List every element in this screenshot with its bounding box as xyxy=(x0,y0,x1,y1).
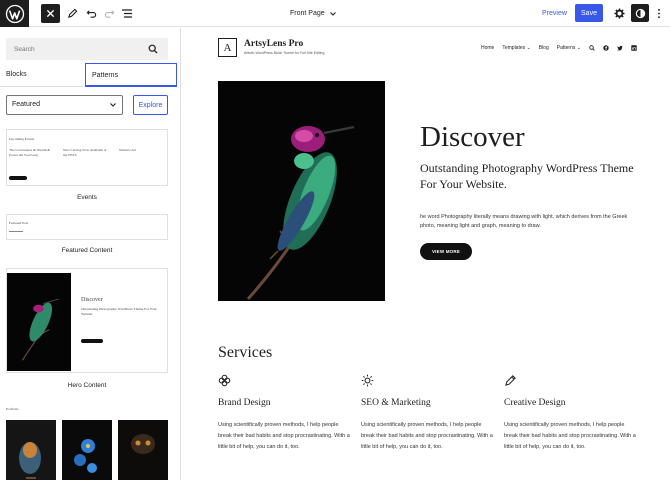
pattern-preview-heading: Featured Post xyxy=(9,221,29,225)
save-button[interactable]: Save xyxy=(575,4,603,22)
bird-image xyxy=(19,442,41,479)
pattern-preview-subtitle: Outstanding Photography WordPress Theme … xyxy=(81,307,157,316)
document-title-button[interactable]: Front Page xyxy=(290,0,337,27)
pattern-preview-item: The Governance & Wealth & Power All You … xyxy=(9,148,51,157)
half-circle-contrast-icon xyxy=(635,8,645,18)
wordpress-logo-button[interactable] xyxy=(0,0,29,27)
flower-icon[interactable] xyxy=(218,374,231,387)
search-icon xyxy=(148,44,158,54)
site-title[interactable]: ArtsyLens Pro xyxy=(244,39,303,49)
pattern-preview-hero-content[interactable]: Discover Outstanding Photography WordPre… xyxy=(6,268,168,373)
portfolio-thumb-dark xyxy=(118,420,168,480)
styles-button[interactable] xyxy=(631,4,649,22)
chevron-down-icon xyxy=(329,11,336,16)
view-more-button[interactable]: VIEW MORE xyxy=(420,243,472,260)
undo-icon xyxy=(86,10,96,18)
nav-item-home[interactable]: Home xyxy=(481,45,494,51)
site-logo[interactable]: A xyxy=(218,38,237,57)
explore-button[interactable]: Explore xyxy=(133,95,168,115)
redo-icon xyxy=(104,10,114,18)
blue-flower-image xyxy=(74,439,97,473)
search-input[interactable] xyxy=(6,38,146,60)
options-button[interactable] xyxy=(654,4,664,23)
facebook-icon[interactable] xyxy=(603,45,609,51)
hero-body-text[interactable]: he word Photography literally means draw… xyxy=(420,213,640,231)
hummingbird-image xyxy=(246,125,355,300)
pattern-preview-featured-content[interactable]: Featured Post xyxy=(6,214,168,240)
inserter-search xyxy=(6,38,168,60)
document-title: Front Page xyxy=(290,10,325,17)
undo-button[interactable] xyxy=(84,4,98,23)
portfolio-thumb-flower xyxy=(62,420,112,480)
site-navigation: Home Templates ⌄ Blog Patterns ⌄ xyxy=(481,45,637,51)
pattern-label-hero-content: Hero Content xyxy=(67,382,107,389)
nav-item-label: Patterns xyxy=(556,45,576,51)
tools-button[interactable] xyxy=(65,4,79,23)
pattern-preview-button xyxy=(81,339,103,343)
service-description[interactable]: Using scientifically proven methods, I h… xyxy=(218,420,353,453)
nav-item-patterns[interactable]: Patterns ⌄ xyxy=(557,45,581,51)
service-description[interactable]: Using scientifically proven methods, I h… xyxy=(361,420,496,453)
wordpress-icon xyxy=(5,4,24,23)
pencil-icon xyxy=(67,8,77,19)
nav-item-templates[interactable]: Templates ⌄ xyxy=(502,45,530,51)
close-icon xyxy=(46,9,55,18)
block-inserter-panel: Blocks Patterns Featured Explore Upcomin… xyxy=(0,28,181,480)
hummingbird-image xyxy=(21,298,59,361)
pattern-category-select[interactable]: Featured xyxy=(6,95,123,115)
tab-patterns[interactable]: Patterns xyxy=(85,63,177,87)
owl-image xyxy=(131,434,155,454)
chevron-down-icon: ⌄ xyxy=(576,45,581,51)
tab-blocks[interactable]: Blocks xyxy=(0,63,84,87)
nav-item-blog[interactable]: Blog xyxy=(539,45,549,51)
gear-icon xyxy=(613,8,625,19)
site-tagline[interactable]: Artistic WordPress Block Theme for Full … xyxy=(244,51,324,55)
twitter-icon[interactable] xyxy=(617,45,623,51)
redo-button[interactable] xyxy=(102,4,116,23)
category-selected-value: Featured xyxy=(12,101,41,108)
service-name[interactable]: Creative Design xyxy=(504,398,565,408)
services-heading[interactable]: Services xyxy=(218,344,272,362)
pattern-preview-button xyxy=(9,176,27,180)
document-overview-button[interactable] xyxy=(120,4,134,23)
pattern-preview-portfolio[interactable]: Portfolio xyxy=(6,402,168,480)
pattern-label-featured-content: Featured Content xyxy=(61,247,113,254)
editor-canvas: A ArtsyLens Pro Artistic WordPress Block… xyxy=(182,28,670,480)
pattern-preview-image xyxy=(7,273,71,371)
pattern-label-events: Events xyxy=(77,194,97,201)
pattern-preview-heading: Portfolio xyxy=(6,407,19,411)
preview-button[interactable]: Preview xyxy=(542,0,567,27)
pattern-preview-item: Nature's Art xyxy=(119,148,136,152)
kebab-menu-icon xyxy=(658,8,660,19)
pattern-preview-events[interactable]: Upcoming Events The Governance & Wealth … xyxy=(6,129,168,186)
service-description[interactable]: Using scientifically proven methods, I h… xyxy=(504,420,639,453)
hero-title[interactable]: Discover xyxy=(420,121,525,154)
pattern-preview-title: Discover xyxy=(81,297,103,303)
service-name[interactable]: SEO & Marketing xyxy=(361,398,431,408)
editor-top-toolbar: Front Page Preview Save xyxy=(0,0,670,27)
portfolio-thumb-bird xyxy=(6,420,56,480)
settings-button[interactable] xyxy=(612,4,626,23)
pattern-preview-line xyxy=(9,231,23,232)
close-inserter-button[interactable] xyxy=(41,4,60,23)
chevron-down-icon: ⌄ xyxy=(526,45,531,51)
pen-icon[interactable] xyxy=(504,374,517,387)
hero-subtitle[interactable]: Outstanding Photography WordPress Theme … xyxy=(420,160,640,192)
list-view-icon xyxy=(122,9,132,18)
chevron-down-icon xyxy=(110,103,116,107)
hero-image[interactable] xyxy=(218,81,385,301)
search-icon[interactable] xyxy=(589,45,595,51)
pattern-preview-item: New Catalog Now Available at the NSTS xyxy=(63,148,107,157)
sun-icon[interactable] xyxy=(361,374,374,387)
linkedin-icon[interactable] xyxy=(631,45,637,51)
pattern-preview-heading: Upcoming Events xyxy=(9,137,35,141)
nav-item-label: Templates xyxy=(502,45,526,51)
service-name[interactable]: Brand Design xyxy=(218,398,271,408)
